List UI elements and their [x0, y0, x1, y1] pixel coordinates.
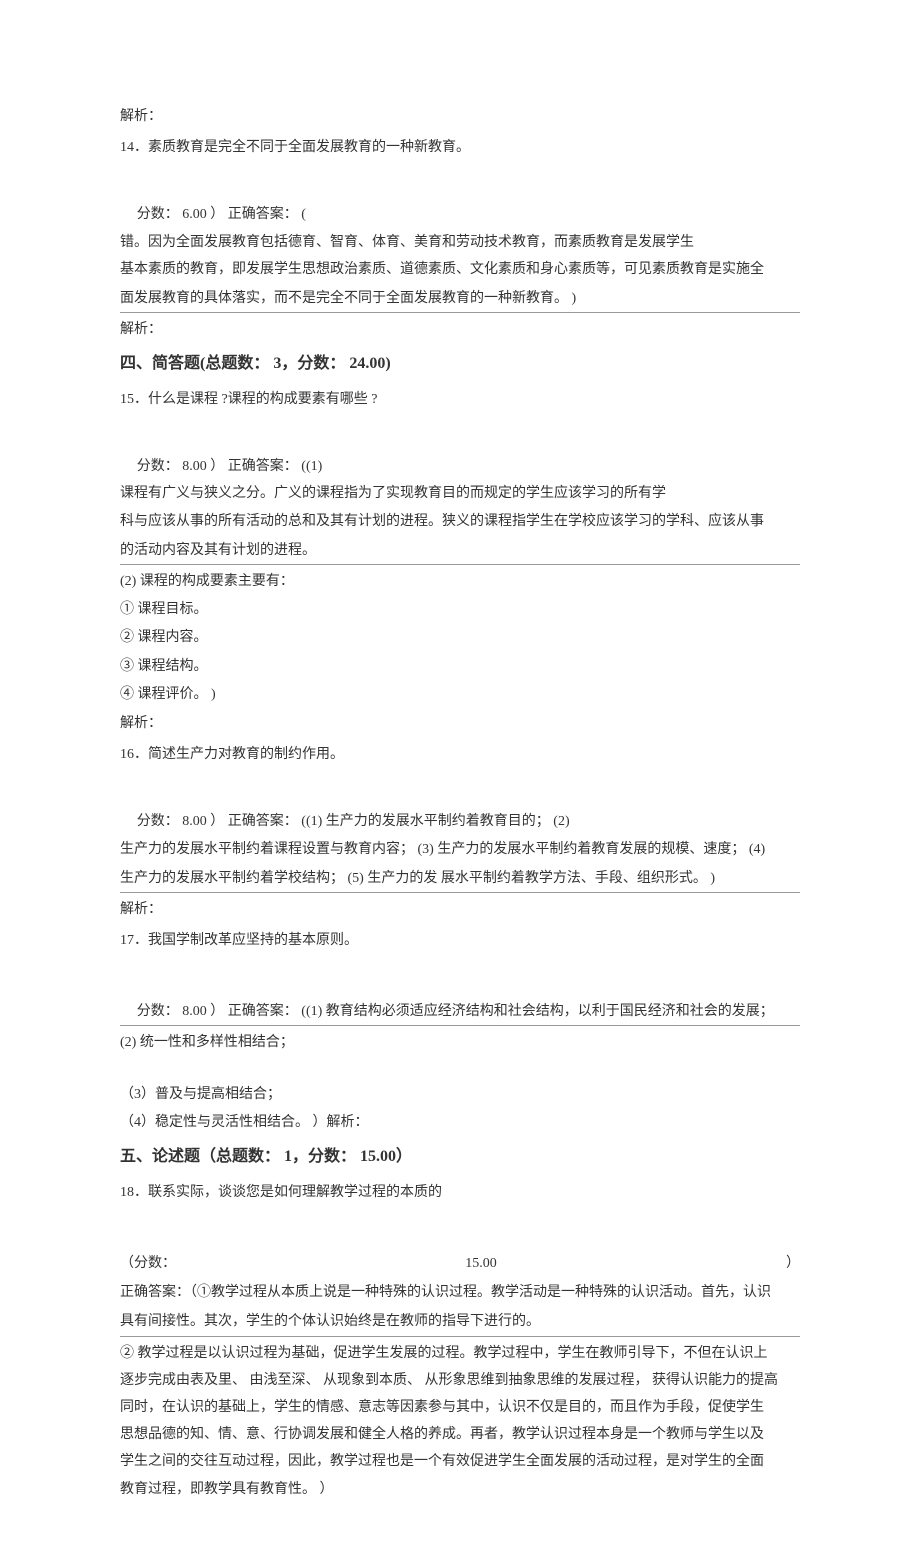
q15-analysis-end: 解析： — [120, 711, 800, 736]
q16-answer-line2: 生产力的发展水平制约着学校结构； (5) 生产力的发 展水平制约着教学方法、手段… — [120, 866, 800, 893]
q18-title: 18．联系实际，谈谈您是如何理解教学过程的本质的 — [120, 1180, 800, 1205]
q17-item2: (2) 统一性和多样性相结合； — [120, 1030, 800, 1055]
q16-answer-line1: 生产力的发展水平制约着课程设置与教育内容； (3) 生产力的发展水平制约着教育发… — [120, 837, 800, 862]
q15-score: 分数： 8.00 ） 正确答案： ((1) — [120, 454, 800, 479]
q14-score: 分数： 6.00 ） 正确答案： ( — [120, 202, 800, 227]
q14-analysis-label: 解析： — [120, 104, 800, 129]
q15-item4: ④ 课程评价。 ) — [120, 682, 800, 707]
q18-score-row: （分数： 15.00 ） — [120, 1251, 800, 1276]
q18-p2-line6: 教育过程，即教学具有教育性。 ） — [120, 1477, 800, 1502]
q14-analysis-end: 解析： — [120, 317, 800, 342]
section-4-title: 四、简答题(总题数： 3，分数： 24.00) — [120, 350, 800, 379]
section-5-title: 五、论述题（总题数： 1，分数： 15.00） — [120, 1143, 800, 1172]
q18-answer-line2: 具有间接性。其次，学生的个体认识始终是在教师的指导下进行的。 — [120, 1309, 800, 1336]
q15-part2: (2) 课程的构成要素主要有： — [120, 569, 800, 594]
q15-answer-line3: 的活动内容及其有计划的进程。 — [120, 538, 800, 565]
q17-score: 分数： 8.00 ） 正确答案： ((1) 教育结构必须适应经济结构和社会结构，… — [120, 999, 800, 1026]
q15-item1: ① 课程目标。 — [120, 597, 800, 622]
q18-score-right: ） — [786, 1251, 800, 1276]
spacer — [120, 166, 800, 202]
q17-item4: （4）稳定性与灵活性相结合。 ）解析： — [120, 1110, 800, 1135]
q16-title: 16．简述生产力对教育的制约作用。 — [120, 742, 800, 767]
spacer — [120, 1211, 800, 1247]
q18-score-left: （分数： — [120, 1251, 176, 1276]
spacer — [120, 959, 800, 995]
q15-title: 15．什么是课程 ?课程的构成要素有哪些 ? — [120, 387, 800, 412]
q16-analysis-end: 解析： — [120, 897, 800, 922]
q17-item3: （3）普及与提高相结合； — [120, 1082, 800, 1107]
q15-answer-line2: 科与应该从事的所有活动的总和及其有计划的进程。狭义的课程指学生在学校应该学习的学… — [120, 509, 800, 534]
q18-score-mid: 15.00 — [465, 1251, 497, 1276]
spacer — [120, 1059, 800, 1079]
q16-score: 分数： 8.00 ） 正确答案： ((1) 生产力的发展水平制约着教育目的； (… — [120, 809, 800, 834]
q18-p2-line3: 同时，在认识的基础上，学生的情感、意志等因素参与其中，认识不仅是目的，而且作为手… — [120, 1395, 800, 1420]
q17-title: 17．我国学制改革应坚持的基本原则。 — [120, 928, 800, 953]
q15-answer-line1: 课程有广义与狭义之分。广义的课程指为了实现教育目的而规定的学生应该学习的所有学 — [120, 481, 800, 506]
q15-item3: ③ 课程结构。 — [120, 654, 800, 679]
q18-p2-line2: 逐步完成由表及里、 由浅至深、 从现象到本质、 从形象思维到抽象思维的发展过程，… — [120, 1368, 800, 1393]
q14-answer-line3: 面发展教育的具体落实，而不是完全不同于全面发展教育的一种新教育。 ) — [120, 286, 800, 313]
q18-p2-line1: ② 教学过程是以认识过程为基础，促进学生发展的过程。教学过程中，学生在教师引导下… — [120, 1341, 800, 1366]
q14-title: 14．素质教育是完全不同于全面发展教育的一种新教育。 — [120, 135, 800, 160]
q18-p2-line4: 思想品德的知、情、意、行协调发展和健全人格的养成。再者，教学认识过程本身是一个教… — [120, 1422, 800, 1447]
spacer — [120, 773, 800, 809]
q18-p2-line5: 学生之间的交往互动过程，因此，教学过程也是一个有效促进学生全面发展的活动过程，是… — [120, 1449, 800, 1474]
q14-answer-line1: 错。因为全面发展教育包括德育、智育、体育、美育和劳动技术教育，而素质教育是发展学… — [120, 230, 800, 255]
q15-item2: ② 课程内容。 — [120, 625, 800, 650]
q14-answer-line2: 基本素质的教育，即发展学生思想政治素质、道德素质、文化素质和身心素质等，可见素质… — [120, 257, 800, 282]
q18-answer-line1: 正确答案：（①教学过程从本质上说是一种特殊的认识过程。教学活动是一种特殊的认识活… — [120, 1280, 800, 1305]
spacer — [120, 418, 800, 454]
